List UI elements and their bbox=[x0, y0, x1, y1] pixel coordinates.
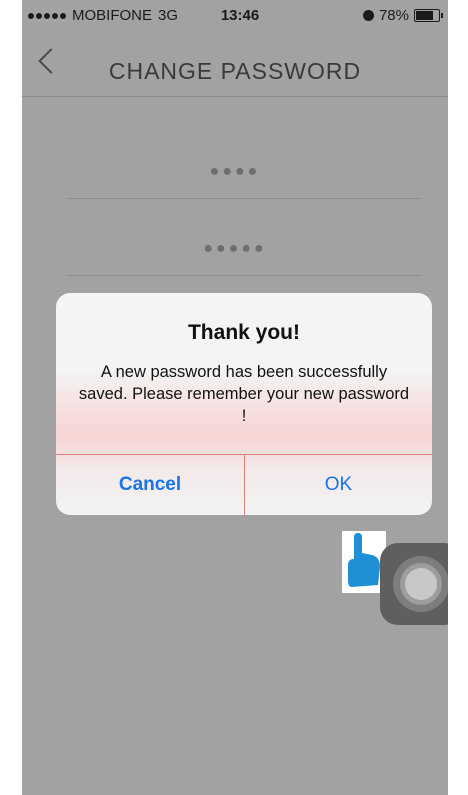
new-password-field[interactable]: ●●●●● bbox=[22, 240, 448, 258]
alarm-icon bbox=[362, 10, 374, 21]
ok-button[interactable]: OK bbox=[245, 455, 432, 515]
page-title: CHANGE PASSWORD bbox=[108, 58, 362, 84]
cancel-button[interactable]: Cancel bbox=[56, 455, 244, 515]
assistive-touch-icon[interactable] bbox=[380, 543, 448, 625]
current-password-field[interactable]: ●●●● bbox=[22, 163, 448, 181]
alert-dialog: Thank you! A new password has been succe… bbox=[56, 293, 432, 515]
clock: 13:46 bbox=[220, 7, 260, 24]
navigation-bar: CHANGE PASSWORD bbox=[22, 30, 448, 97]
status-left: MOBIFONE 3G bbox=[28, 7, 178, 24]
status-right: 78% bbox=[362, 7, 443, 24]
battery-percent: 78% bbox=[378, 7, 409, 24]
carrier-name: MOBIFONE bbox=[72, 7, 153, 24]
field-underline bbox=[67, 198, 421, 199]
status-bar: MOBIFONE 3G 13:46 78% bbox=[22, 0, 448, 30]
signal-strength-icon bbox=[28, 12, 66, 19]
dialog-title: Thank you! bbox=[187, 321, 300, 344]
phone-screen: MOBIFONE 3G 13:46 78% CHANGE PASSWORD ●●… bbox=[22, 0, 448, 795]
battery-icon bbox=[414, 9, 443, 22]
network-type: 3G bbox=[158, 7, 179, 24]
field-underline bbox=[67, 275, 421, 276]
dialog-message: A new password has been successfully sav… bbox=[78, 363, 410, 425]
